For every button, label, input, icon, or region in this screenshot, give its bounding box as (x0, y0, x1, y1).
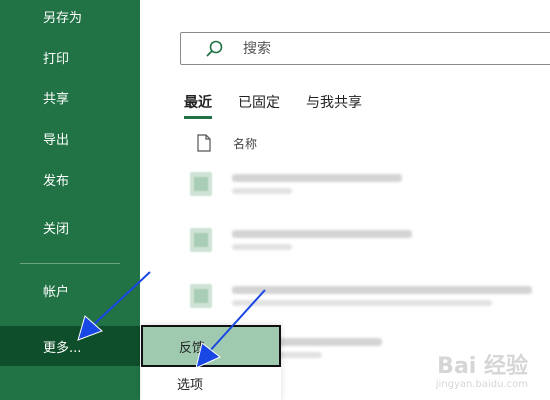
excel-file-icon (190, 228, 212, 252)
list-item[interactable] (190, 278, 550, 314)
submenu-item-feedback[interactable]: 反馈 (141, 325, 281, 367)
sidebar-item-export[interactable]: 导出 (0, 118, 140, 158)
sidebar-item-label: 关闭 (43, 221, 70, 237)
sidebar-item-print[interactable]: 打印 (0, 37, 140, 77)
submenu-item-label: 反馈 (179, 340, 206, 356)
excel-file-icon (190, 284, 212, 308)
tab-recent[interactable]: 最近 (184, 92, 212, 119)
sidebar-item-close[interactable]: 关闭 (0, 207, 140, 247)
more-submenu: 反馈 选项 (141, 325, 281, 400)
sidebar-item-share[interactable]: 共享 (0, 77, 140, 117)
sidebar-item-label: 另存为 (43, 10, 83, 26)
excel-file-icon (190, 172, 212, 196)
sidebar-item-save-as[interactable]: 另存为 (0, 0, 140, 36)
document-icon (197, 134, 211, 152)
search-input[interactable] (241, 39, 505, 58)
sidebar-item-label: 导出 (43, 132, 70, 148)
tab-pinned[interactable]: 已固定 (238, 92, 280, 119)
submenu-item-options[interactable]: 选项 (141, 367, 281, 400)
search-icon (205, 39, 225, 59)
watermark: Bai 经验 jingyan.baidu.com (435, 353, 528, 390)
column-header-name[interactable]: 名称 (233, 135, 257, 152)
sidebar-item-more[interactable]: 更多... (0, 326, 140, 366)
file-tabs: 最近 已固定 与我共享 (184, 92, 388, 119)
tab-shared-with-me[interactable]: 与我共享 (306, 92, 362, 119)
sidebar-item-label: 共享 (43, 91, 70, 107)
file-entry-text (232, 286, 532, 306)
sidebar-item-label: 帐户 (43, 284, 70, 300)
sidebar-item-publish[interactable]: 发布 (0, 159, 140, 199)
list-item[interactable] (190, 222, 550, 258)
sidebar-item-label: 打印 (43, 51, 70, 67)
sidebar-divider (20, 263, 120, 264)
list-item[interactable] (190, 166, 550, 202)
search-box[interactable] (180, 32, 550, 65)
list-header: 名称 (197, 134, 257, 152)
sidebar-item-label: 更多... (43, 340, 82, 356)
sidebar-item-account[interactable]: 帐户 (0, 270, 140, 310)
file-entry-text (232, 230, 412, 250)
sidebar-item-label: 发布 (43, 173, 70, 189)
backstage-sidebar: 另存为 打印 共享 导出 发布 关闭 帐户 更多... (0, 0, 140, 400)
file-entry-text (232, 174, 402, 194)
watermark-text: Bai 经验 (437, 353, 528, 379)
submenu-item-label: 选项 (177, 378, 204, 393)
watermark-subtext: jingyan.baidu.com (435, 379, 528, 390)
